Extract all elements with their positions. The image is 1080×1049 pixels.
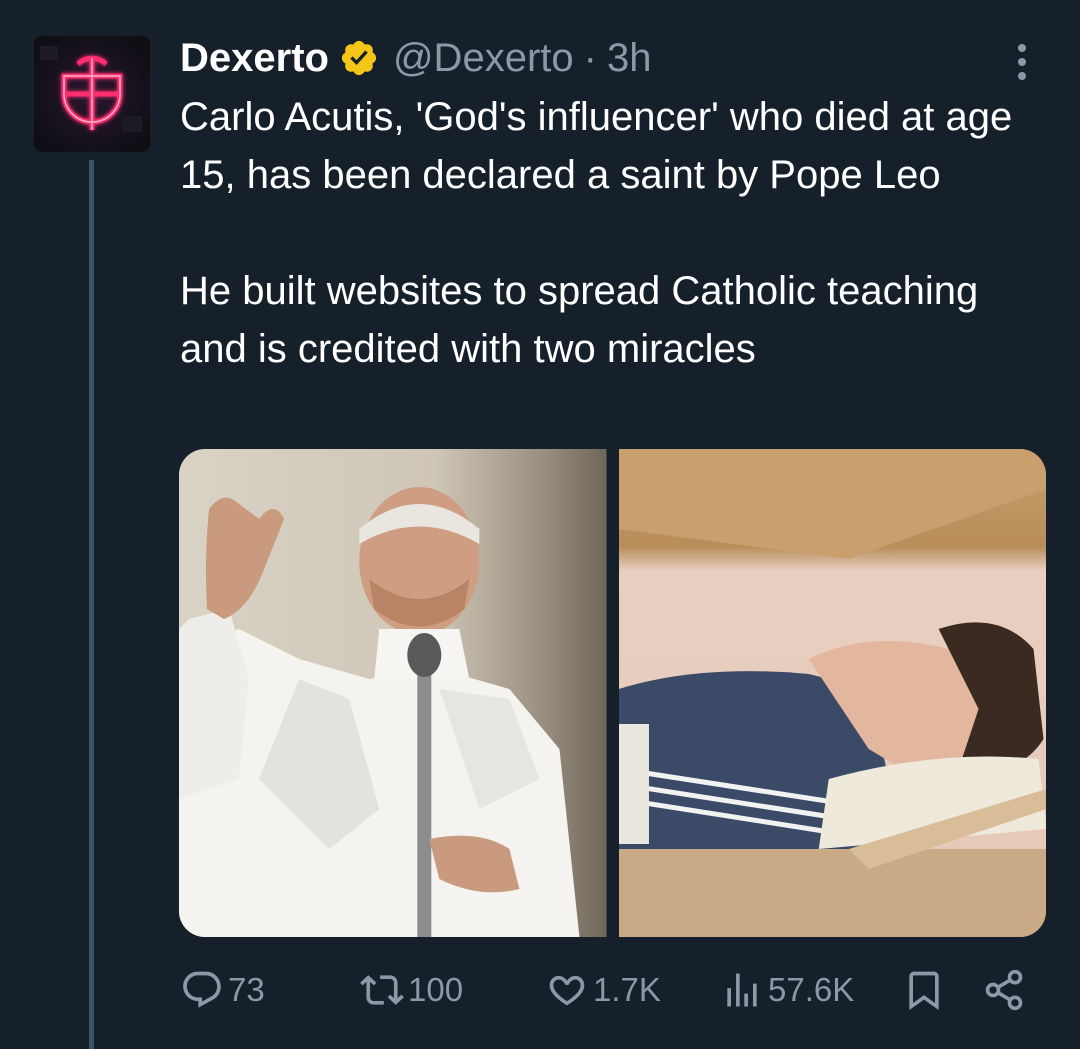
retweet-button[interactable]: 100 — [360, 962, 463, 1018]
author-name[interactable]: Dexerto — [180, 36, 329, 81]
views-icon — [727, 973, 757, 1007]
thread-line — [89, 160, 94, 1049]
tweet[interactable]: Dexerto @Dexerto · 3h Carlo Acutis, 'God… — [0, 0, 1080, 1049]
tweet-text-paragraph: He built websites to spread Catholic tea… — [180, 269, 979, 371]
media-image-acutis[interactable] — [618, 449, 1046, 937]
retweet-icon — [360, 975, 404, 1005]
media-image-pope[interactable] — [179, 449, 607, 937]
views-button[interactable]: 57.6K — [720, 962, 854, 1018]
bookmark-button[interactable] — [902, 962, 950, 1018]
author-handle[interactable]: @Dexerto — [393, 36, 574, 81]
tweet-text: Carlo Acutis, 'God's influencer' who die… — [180, 88, 1050, 378]
separator-dot: · — [583, 35, 597, 80]
verified-badge-icon — [341, 40, 377, 76]
more-icon[interactable] — [1004, 40, 1040, 84]
tweet-text-paragraph: Carlo Acutis, 'God's influencer' who die… — [180, 95, 1013, 197]
retweet-count: 100 — [408, 971, 464, 1008]
like-count: 1.7K — [593, 971, 661, 1008]
share-button[interactable] — [982, 962, 1030, 1018]
reply-button[interactable]: 73 — [180, 962, 265, 1018]
dexerto-logo-icon — [40, 46, 142, 132]
like-button[interactable]: 1.7K — [545, 962, 661, 1018]
share-icon — [985, 969, 1023, 1011]
avatar[interactable] — [34, 36, 150, 152]
acutis-photo — [618, 449, 1046, 937]
reply-icon — [183, 971, 221, 1008]
media-grid — [179, 449, 1046, 937]
bookmark-icon — [909, 971, 939, 1011]
reply-count: 73 — [228, 971, 265, 1008]
like-icon — [549, 975, 585, 1006]
timestamp[interactable]: 3h — [607, 36, 652, 81]
tweet-actions: 73 100 1.7K 57.6K — [180, 962, 1040, 1018]
pope-photo — [179, 449, 607, 937]
view-count: 57.6K — [768, 971, 855, 1008]
tweet-header: Dexerto @Dexerto · 3h — [180, 30, 651, 86]
